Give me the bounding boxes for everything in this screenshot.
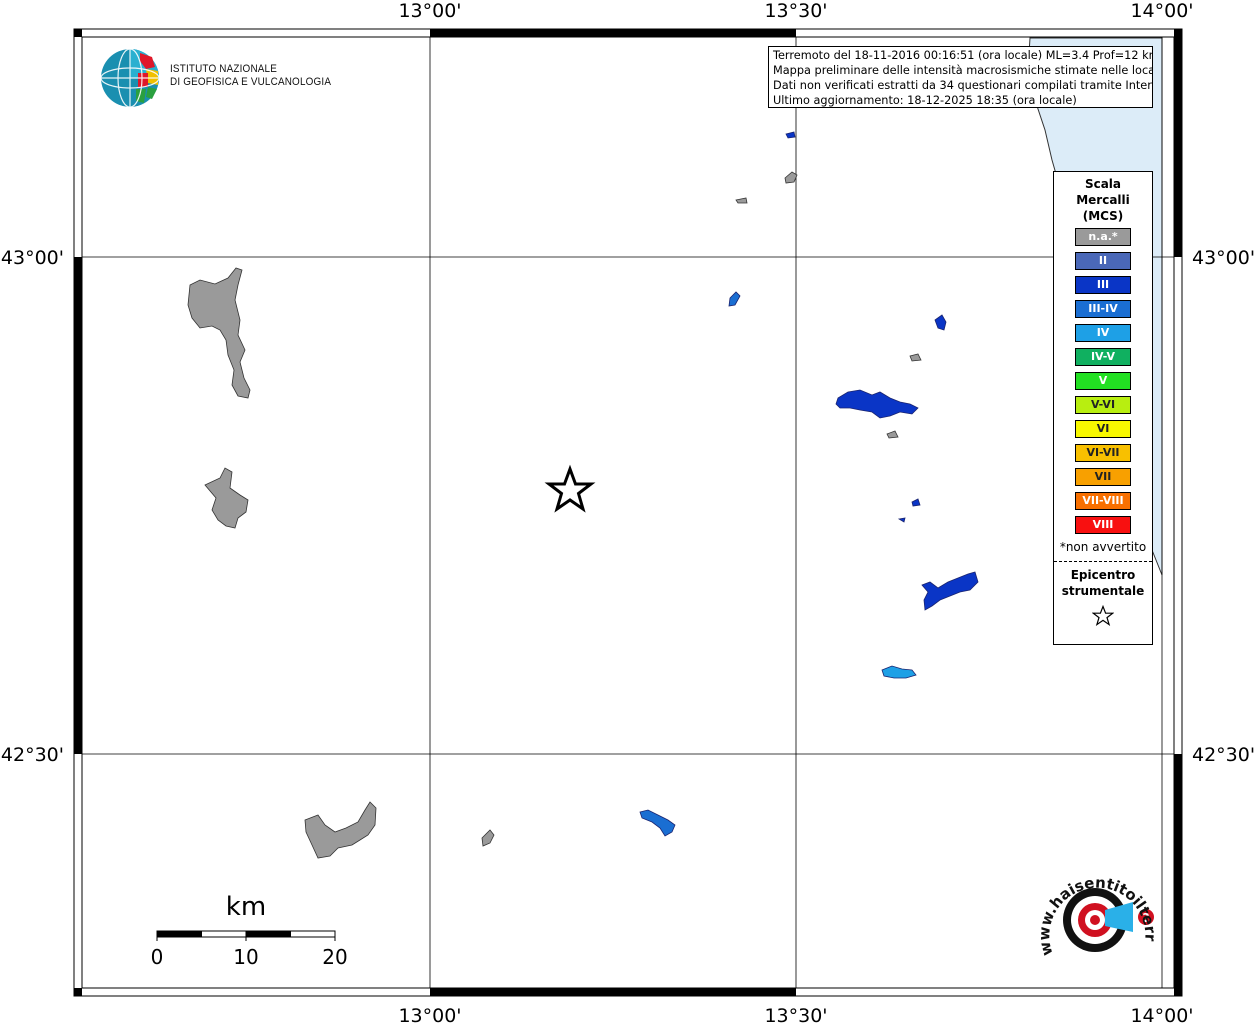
epicenter-star[interactable] — [544, 464, 596, 513]
lat-label-left-2: 42°30' — [1, 744, 64, 766]
lon-label-bottom-3: 14°00' — [1130, 1005, 1193, 1024]
scale-bar-unit: km — [226, 892, 266, 922]
legend-star-icon — [1054, 604, 1152, 631]
municipalities-iv — [881, 665, 917, 679]
legend-item-na: n.a.* — [1075, 228, 1131, 246]
legend-divider — [1054, 561, 1152, 562]
mcs-legend: Scala Mercalli (MCS) n.a.* II III III-IV… — [1053, 171, 1153, 645]
haisentito-logo: ? www.haisentitoilterremoto.it — [1027, 848, 1165, 982]
legend-title-line1: Scala — [1084, 177, 1122, 191]
lat-label-right-1: 43°00' — [1192, 247, 1255, 269]
legend-item-vi-vii: VI-VII — [1075, 444, 1131, 462]
municipalities-iii — [785, 131, 979, 611]
ingv-name: ISTITUTO NAZIONALE DI GEOFISICA E VULCAN… — [170, 63, 331, 89]
ingv-logo: ISTITUTO NAZIONALE DI GEOFISICA E VULCAN… — [100, 47, 331, 111]
lat-label-left-1: 43°00' — [1, 247, 64, 269]
legend-epicenter-label: Epicentro strumentale — [1054, 567, 1152, 599]
event-info-line1: Terremoto del 18-11-2016 00:16:51 (ora l… — [773, 49, 1153, 62]
event-info-box: Terremoto del 18-11-2016 00:16:51 (ora l… — [768, 46, 1153, 108]
legend-item-v: V — [1075, 372, 1131, 390]
legend-items: n.a.* II III III-IV IV IV-V V V-VI VI VI… — [1054, 228, 1152, 534]
legend-item-iv-v: IV-V — [1075, 348, 1131, 366]
legend-title-line2: Mercalli — [1076, 193, 1130, 207]
legend-item-iii-iv: III-IV — [1075, 300, 1131, 318]
lon-label-top-3: 14°00' — [1130, 0, 1193, 22]
legend-item-iv: IV — [1075, 324, 1131, 342]
legend-title: Scala Mercalli (MCS) — [1054, 176, 1152, 224]
lat-label-right-2: 42°30' — [1192, 744, 1255, 766]
scale-bar-label-0: 0 — [151, 945, 164, 969]
lon-label-top-1: 13°00' — [398, 0, 461, 22]
ingv-name-line1: ISTITUTO NAZIONALE — [170, 63, 278, 75]
ingv-name-line2: DI GEOFISICA E VULCANOLOGIA — [170, 76, 332, 88]
lon-label-bottom-1: 13°00' — [398, 1005, 461, 1024]
lon-label-bottom-2: 13°30' — [764, 1005, 827, 1024]
municipalities-not-felt — [187, 171, 922, 859]
legend-item-vii: VII — [1075, 468, 1131, 486]
municipalities-iii-iv — [639, 291, 741, 837]
legend-item-viii: VIII — [1075, 516, 1131, 534]
legend-item-ii: II — [1075, 252, 1131, 270]
lon-label-top-2: 13°30' — [764, 0, 827, 22]
legend-item-vi: VI — [1075, 420, 1131, 438]
event-info-line4: Ultimo aggiornamento: 18-12-2025 18:35 (… — [773, 94, 1077, 107]
legend-title-line3: (MCS) — [1082, 209, 1124, 223]
legend-epicenter-line1: Epicentro — [1070, 568, 1136, 582]
legend-item-vii-viii: VII-VIII — [1075, 492, 1131, 510]
scale-bar-label-10: 10 — [233, 945, 258, 969]
scale-bar — [156, 930, 336, 941]
scale-bar-label-20: 20 — [322, 945, 347, 969]
event-info-line2: Mappa preliminare delle intensità macros… — [773, 64, 1153, 77]
ingv-globe-icon — [100, 48, 160, 108]
event-info-line3: Dati non verificati estratti da 34 quest… — [773, 79, 1153, 92]
legend-item-iii: III — [1075, 276, 1131, 294]
legend-item-v-vi: V-VI — [1075, 396, 1131, 414]
legend-epicenter-line2: strumentale — [1061, 584, 1145, 598]
legend-note: *non avvertito — [1059, 540, 1147, 554]
